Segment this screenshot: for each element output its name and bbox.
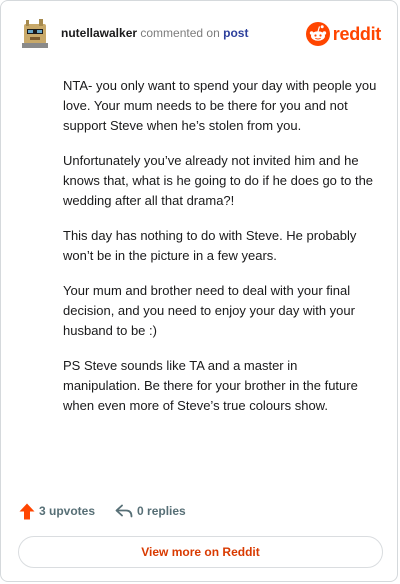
comment-header: nutellawalker commented on post reddit [19,17,381,51]
upvote-stat[interactable]: 3 upvotes [19,503,95,520]
comment-body: NTA- you only want to spend your day wit… [63,76,377,431]
user-avatar[interactable] [19,17,51,49]
comment-paragraph: This day has nothing to do with Steve. H… [63,228,357,263]
view-more-button[interactable]: View more on Reddit [18,536,383,568]
upvote-count: 3 upvotes [39,504,96,518]
comment-footer: 3 upvotes 0 replies [19,501,186,521]
comment-paragraph: PS Steve sounds like TA and a master in … [63,358,358,413]
comment-paragraph: Your mum and brother need to deal with y… [63,283,355,338]
reply-icon [115,504,133,518]
upvote-arrow-icon [19,503,35,519]
reddit-wordmark: reddit [332,23,382,44]
comment-meta: nutellawalker commented on post [61,26,248,40]
post-link[interactable]: post [223,26,248,40]
reply-count: 0 replies [137,504,186,518]
action-text: commented on [140,26,220,40]
reddit-brand[interactable]: reddit [305,21,382,47]
comment-paragraph: NTA- you only want to spend your day wit… [63,78,377,133]
comment-embed-card: nutellawalker commented on post reddit N… [0,0,398,582]
username-link[interactable]: nutellawalker [61,26,137,40]
reddit-logo-icon [305,22,330,46]
reply-stat[interactable]: 0 replies [115,504,186,518]
comment-paragraph: Unfortunately you’ve already not invited… [63,153,374,208]
